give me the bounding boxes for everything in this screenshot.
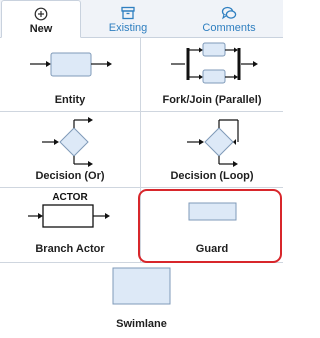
- decision-loop-shape-icon: [187, 119, 239, 167]
- tab-existing-label: Existing: [108, 22, 148, 34]
- tab-new-label: New: [29, 23, 53, 35]
- palette-item-fork-join[interactable]: Fork/Join (Parallel): [141, 38, 283, 112]
- add-circle-icon: [34, 7, 48, 21]
- branch-actor-shape-icon: ACTOR: [28, 192, 110, 228]
- comments-icon: [221, 6, 237, 20]
- tab-comments[interactable]: Comments: [175, 0, 283, 37]
- palette-item-label: Decision (Loop): [170, 170, 254, 182]
- palette-item-swimlane[interactable]: Swimlane: [0, 263, 283, 338]
- palette-item-label: Decision (Or): [35, 170, 105, 182]
- decision-or-shape-icon: [42, 117, 93, 167]
- palette-item-decision-loop[interactable]: Decision (Loop): [141, 112, 283, 188]
- tab-new[interactable]: New: [1, 0, 81, 38]
- tab-existing[interactable]: Existing: [83, 0, 173, 37]
- palette-item-decision-or[interactable]: Decision (Or): [0, 112, 141, 188]
- fork-join-shape-icon: [171, 42, 258, 84]
- shape-palette: Entity Fork/Join (Parallel) Decision (Or…: [0, 38, 283, 338]
- palette-item-label: Entity: [54, 94, 86, 106]
- palette-item-branch-actor[interactable]: ACTOR Branch Actor: [0, 188, 141, 263]
- selection-highlight: [138, 189, 282, 263]
- entity-shape-icon: [30, 52, 112, 77]
- actor-text: ACTOR: [52, 192, 88, 203]
- archive-box-icon: [121, 6, 135, 20]
- swimlane-shape-icon: [112, 267, 171, 305]
- tab-comments-label: Comments: [202, 22, 256, 34]
- palette-item-entity[interactable]: Entity: [0, 38, 141, 112]
- palette-item-label: Branch Actor: [35, 243, 105, 255]
- tab-bar: New Existing Comments: [0, 0, 283, 38]
- palette-item-label: Fork/Join (Parallel): [162, 94, 262, 106]
- palette-item-label: Swimlane: [116, 318, 167, 330]
